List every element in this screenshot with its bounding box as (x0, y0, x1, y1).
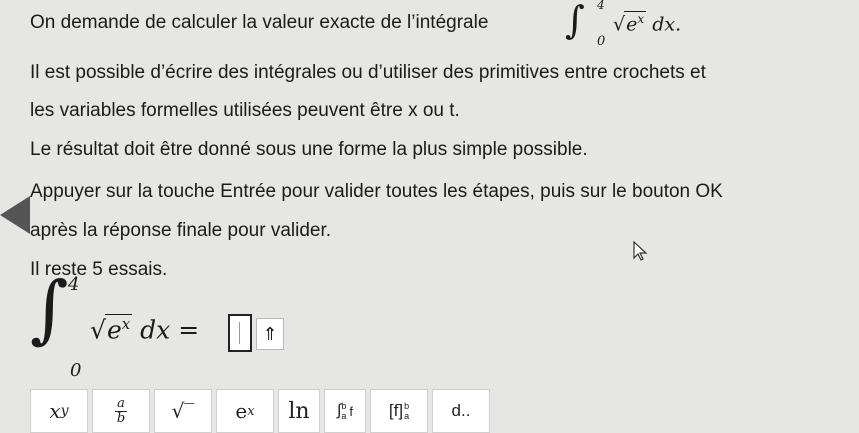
text-caret (239, 322, 240, 344)
instruction-line-5: Appuyer sur la touche Entrée pour valide… (30, 181, 723, 202)
bracket-lower: a (404, 411, 410, 421)
differential: dx (140, 315, 171, 345)
integral-upper: 4 (68, 274, 80, 295)
radicand: e (106, 315, 122, 345)
power-exponent: y (60, 403, 69, 419)
equals-sign: = (178, 315, 200, 345)
sqrt: √ex (90, 314, 133, 345)
power-button[interactable]: xy (30, 389, 88, 433)
mouse-cursor-icon (633, 240, 648, 261)
submit-up-arrow-button[interactable]: ⇑ (256, 318, 284, 350)
fraction-denominator: b (116, 410, 126, 426)
bracket-upper: b (404, 401, 410, 411)
integral-lower: 0 (597, 34, 606, 49)
sqrt: √ex (613, 11, 647, 36)
exp-button[interactable]: ex (216, 389, 274, 433)
instruction-line-4: Le résultat doit être donné sous une for… (30, 139, 588, 160)
bracket-text: [f] (388, 401, 404, 420)
instruction-text: On demande de calculer la valeur exacte … (30, 12, 489, 33)
integral-sign: ∫ (565, 0, 585, 42)
integrand: √ex dx. (613, 11, 681, 35)
fraction-button[interactable]: a b (92, 389, 150, 433)
left-arrow-icon[interactable] (0, 196, 30, 234)
answer-input[interactable] (228, 314, 252, 352)
instruction-line-2: Il est possible d’écrire des intégrales … (30, 62, 706, 83)
integral-button[interactable]: ∫ b a f (324, 389, 366, 433)
inline-integral: ∫ 4 0 √ex dx. (565, 0, 695, 52)
bracket-primitive-button[interactable]: [f] b a (370, 389, 428, 433)
ln-button[interactable]: ln (278, 389, 320, 433)
instruction-line-3: les variables formelles utilisées peuven… (30, 100, 460, 121)
integral-upper: 4 (597, 0, 605, 12)
radicand: e (626, 13, 638, 36)
instruction-line-6: après la réponse finale pour valider. (30, 220, 332, 241)
power-base: x (49, 399, 61, 423)
math-toolbar: xy a b √‾ ex ln ∫ b a f [f] b a d.. (30, 389, 494, 433)
exp-base: e (235, 399, 248, 423)
fraction-numerator: a (117, 395, 125, 411)
sqrt-button[interactable]: √‾ (154, 389, 212, 433)
integral-sign: ∫ (30, 266, 69, 352)
integral-lower: a (341, 411, 347, 421)
instruction-line-1: On demande de calculer la valeur exacte … (30, 12, 488, 34)
exp-exponent: x (247, 403, 255, 419)
integral-upper: b (341, 401, 347, 411)
integral-lower: 0 (70, 360, 82, 381)
exponent: x (121, 315, 131, 333)
answer-integral: ∫ 4 0 √ex dx = (30, 266, 330, 382)
integral-f: f (349, 403, 354, 419)
integrand: √ex dx = (90, 314, 199, 344)
derivative-button[interactable]: d.. (432, 389, 490, 433)
differential: dx. (652, 13, 682, 36)
exponent: x (637, 12, 645, 26)
